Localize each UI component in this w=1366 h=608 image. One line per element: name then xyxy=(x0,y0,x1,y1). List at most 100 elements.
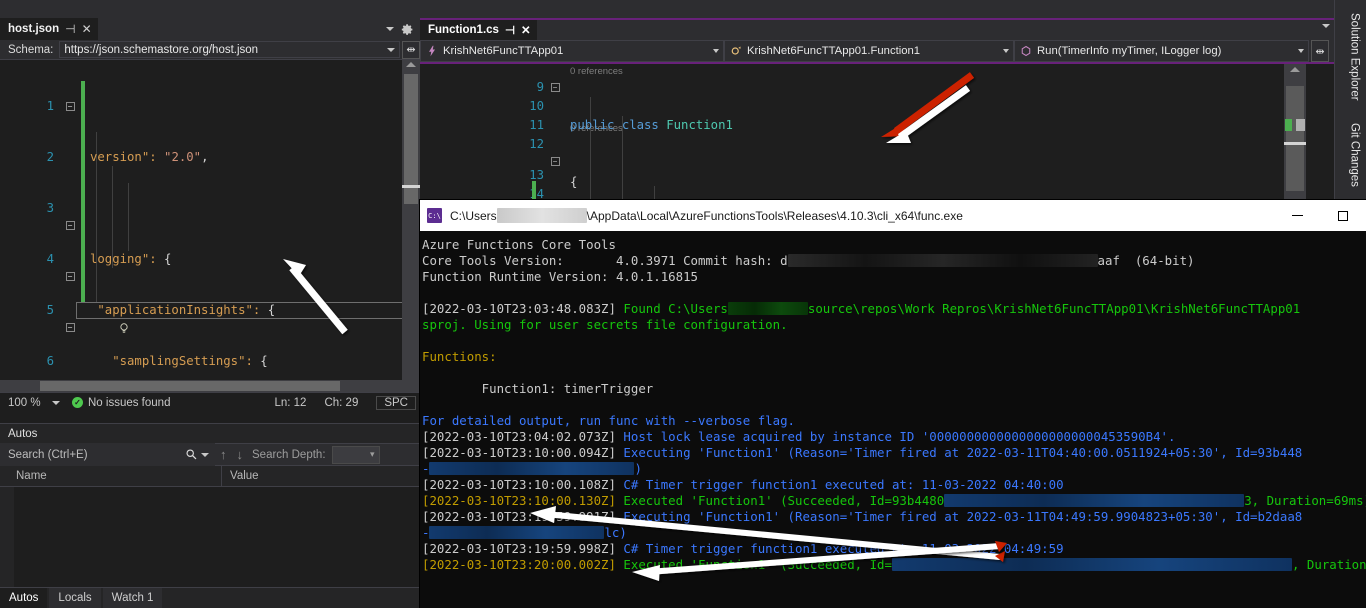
project-icon xyxy=(429,45,435,57)
console-icon: C:\ xyxy=(427,208,442,223)
scroll-up-icon[interactable] xyxy=(1290,67,1300,72)
chevron-down-icon[interactable] xyxy=(713,49,719,53)
search-input[interactable]: Search (Ctrl+E) xyxy=(0,443,215,466)
vertical-scrollbar[interactable] xyxy=(402,60,420,392)
console-text: Found C:\Users xyxy=(623,301,728,316)
console-text: Azure Functions Core Tools xyxy=(422,237,616,252)
tab-host-json[interactable]: host.json ⊣ ✕ xyxy=(0,18,98,40)
console-text: [2022-03-10T23:04:02.073Z] xyxy=(422,429,624,444)
chevron-down-icon[interactable] xyxy=(386,27,394,31)
autos-rows[interactable] xyxy=(0,487,420,587)
scrollbar-thumb[interactable] xyxy=(40,381,340,391)
search-next-icon[interactable]: ↓ xyxy=(232,447,249,462)
visual-studio-window: host.json ⊣ ✕ Schema: https://json.schem… xyxy=(0,0,1366,608)
line-number: 6 xyxy=(46,354,54,368)
dock-tab-solution-explorer[interactable]: Solution Explorer xyxy=(1341,4,1361,110)
caret-position-mark xyxy=(1284,142,1306,145)
redacted-text xyxy=(891,558,1292,571)
autos-title: Autos xyxy=(8,427,38,440)
minimize-button[interactable] xyxy=(1274,200,1320,231)
type-selector[interactable]: KrishNet6FuncTTApp01.Function1 xyxy=(724,40,1014,62)
scrollbar-thumb[interactable] xyxy=(1286,86,1304,191)
console-text: Core Tools Version: 4.0.3971 Commit hash… xyxy=(422,253,788,268)
member-selector[interactable]: Run(TimerInfo myTimer, ILogger log) xyxy=(1014,40,1309,62)
chevron-down-icon[interactable] xyxy=(1322,24,1330,28)
close-icon[interactable]: ✕ xyxy=(82,22,92,36)
redacted-text xyxy=(429,526,605,539)
console-title-bar[interactable]: C:\ C:\Users \AppData\Local\AzureFunctio… xyxy=(420,200,1366,231)
host-json-text: version": "2.0", logging": { "applicatio… xyxy=(90,64,320,392)
maximize-button[interactable] xyxy=(1320,200,1366,231)
chevron-down-icon[interactable] xyxy=(387,47,395,52)
console-output[interactable]: Azure Functions Core Tools Core Tools Ver… xyxy=(420,231,1366,608)
tab-function1-label: Function1.cs xyxy=(428,24,499,36)
fold-gutter[interactable]: − − xyxy=(548,78,562,218)
tab-watch1[interactable]: Watch 1 xyxy=(102,588,163,608)
tab-autos[interactable]: Autos xyxy=(0,588,48,608)
zoom-level[interactable]: 100 % xyxy=(0,397,46,409)
fold-toggle-icon[interactable]: − xyxy=(65,272,75,281)
fold-toggle-icon[interactable]: − xyxy=(65,221,75,230)
column-header-value: Value xyxy=(230,470,259,482)
project-selector[interactable]: KrishNet6FuncTTApp01 xyxy=(420,40,724,62)
csharp-tab-row: Function1.cs ⊣ ✕ xyxy=(420,18,1334,40)
pin-icon[interactable]: ⊣ xyxy=(65,22,75,36)
autos-panel: Autos Search (Ctrl+E) ↑ ↓ Search Depth: … xyxy=(0,423,420,608)
code-lens-references[interactable]: 0 references xyxy=(570,66,623,77)
console-line: sproj. Using for user secrets file confi… xyxy=(422,317,1366,333)
chevron-down-icon[interactable] xyxy=(1003,49,1009,53)
search-previous-icon[interactable]: ↑ xyxy=(215,447,232,462)
search-icon-group[interactable] xyxy=(185,448,215,461)
line-number: 11 xyxy=(529,118,544,132)
redacted-username xyxy=(496,208,587,223)
line-number: 10 xyxy=(529,99,544,113)
vs-top-strip xyxy=(0,0,1366,18)
line-number: 9 xyxy=(536,80,544,94)
tab-function1-cs[interactable]: Function1.cs ⊣ ✕ xyxy=(420,20,537,40)
tab-locals[interactable]: Locals xyxy=(49,588,101,608)
fold-toggle-icon[interactable]: − xyxy=(550,83,560,92)
code-line: { xyxy=(570,175,578,189)
console-title-text: C:\Users \AppData\Local\AzureFunctionsTo… xyxy=(450,208,963,223)
chevron-down-icon[interactable] xyxy=(1298,49,1304,53)
chevron-down-icon[interactable] xyxy=(52,400,60,405)
whitespace-indicator[interactable]: SPC xyxy=(376,395,416,410)
line-indicator: Ln: 12 xyxy=(274,396,307,409)
dock-tab-git-changes[interactable]: Git Changes xyxy=(1341,114,1361,196)
pin-icon[interactable]: ⊣ xyxy=(505,23,515,37)
fold-toggle-icon[interactable]: − xyxy=(65,102,75,111)
char-indicator: Ch: 29 xyxy=(324,396,359,409)
close-icon[interactable]: ✕ xyxy=(521,23,531,37)
horizontal-scrollbar[interactable] xyxy=(0,380,402,392)
scroll-up-icon[interactable] xyxy=(406,62,416,67)
split-view-icon[interactable]: ⇹ xyxy=(1311,40,1329,62)
console-text: [2022-03-10T23:10:00.094Z] xyxy=(422,445,624,460)
fold-toggle-icon[interactable]: − xyxy=(550,157,560,166)
search-depth-select[interactable]: ▾ xyxy=(331,445,380,464)
gear-icon[interactable] xyxy=(401,23,414,36)
console-text: [2022-03-10T23:19:59.998Z] xyxy=(422,541,624,556)
method-icon xyxy=(1021,45,1031,57)
schema-label: Schema: xyxy=(8,43,54,56)
csharp-code-area[interactable]: 0 references 0 references 9 10 11 12 13 … xyxy=(420,64,1334,218)
search-placeholder: Search (Ctrl+E) xyxy=(8,448,88,461)
console-text: , Duration=12ms) xyxy=(1291,557,1366,572)
host-json-code-area[interactable]: 1 2 3 4 5 6 7 8 9 10 11 12 13 − xyxy=(0,60,420,392)
code-navigation-bar: KrishNet6FuncTTApp01 KrishNet6FuncTTApp0… xyxy=(420,40,1334,64)
console-line: [2022-03-10T23:10:00.130Z] Executed 'Fun… xyxy=(422,493,1366,509)
search-depth-label: Search Depth: xyxy=(252,448,326,461)
schema-combo[interactable]: https://json.schemastore.org/host.json xyxy=(59,41,400,58)
code-line: version": "2.0", xyxy=(90,150,209,164)
console-line: [2022-03-10T23:03:48.083Z] Found C:\User… xyxy=(422,301,1366,317)
console-text: Functions: xyxy=(422,349,497,364)
debug-window-tabs: Autos Locals Watch 1 xyxy=(0,587,420,608)
func-exe-console-window[interactable]: C:\ C:\Users \AppData\Local\AzureFunctio… xyxy=(420,200,1366,608)
left-tab-row: host.json ⊣ ✕ xyxy=(0,18,420,40)
lightbulb-icon[interactable] xyxy=(44,305,128,333)
split-view-icon[interactable]: ⇹ xyxy=(402,40,420,59)
chevron-down-icon[interactable] xyxy=(201,452,209,457)
vertical-scrollbar[interactable] xyxy=(1284,64,1306,218)
schema-value: https://json.schemastore.org/host.json xyxy=(64,43,259,56)
console-line: Azure Functions Core Tools xyxy=(422,237,1366,253)
